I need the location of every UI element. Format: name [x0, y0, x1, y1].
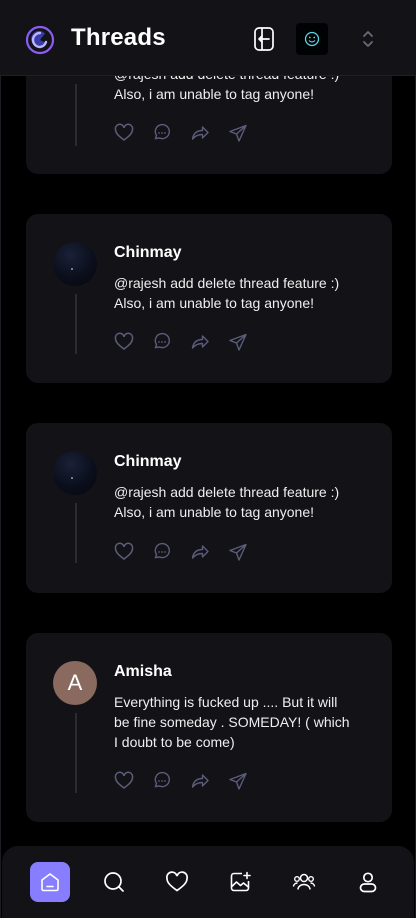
author-name[interactable]: Amisha: [114, 663, 172, 681]
nav-profile[interactable]: [348, 862, 388, 902]
repost-icon: [191, 126, 209, 140]
reply-icon: [154, 542, 170, 559]
repost-button[interactable]: [190, 770, 228, 792]
heart-icon: [166, 871, 188, 892]
reply-icon: [154, 771, 170, 788]
repost-button[interactable]: [190, 541, 228, 563]
repost-button[interactable]: [190, 122, 228, 144]
heart-icon: [114, 771, 134, 789]
bottom-nav: [2, 846, 414, 918]
thread-content: Everything is fucked up .... But it will…: [114, 692, 376, 752]
avatar-letter: A: [67, 670, 83, 695]
reply-icon: [154, 123, 170, 140]
repost-button[interactable]: [190, 331, 228, 353]
smiley-icon: [304, 31, 320, 47]
thread-content: @rajesh add delete thread feature :) Als…: [114, 482, 374, 522]
thread-text-line: Also, i am unable to tag anyone!: [114, 295, 315, 311]
repost-icon: [191, 545, 209, 559]
thread-text-line: Everything is fucked up .... But it will: [114, 694, 338, 710]
nav-communities[interactable]: [284, 862, 324, 902]
thread-actions: [114, 541, 266, 563]
reply-button[interactable]: [152, 770, 190, 792]
reply-button[interactable]: [152, 122, 190, 144]
app-title: Threads: [71, 24, 166, 51]
author-name[interactable]: Chinmay: [114, 244, 182, 262]
thread-connector: [75, 713, 77, 793]
thread-actions: [114, 331, 266, 353]
thread-text-line: @rajesh add delete thread feature :): [114, 484, 340, 500]
share-button[interactable]: [228, 122, 266, 144]
like-button[interactable]: [114, 541, 152, 563]
thread-card[interactable]: Chinmay @rajesh add delete thread featur…: [26, 214, 392, 383]
top-bar: Threads: [0, 0, 416, 76]
nav-activity[interactable]: [157, 862, 197, 902]
thread-actions: [114, 770, 266, 792]
like-button[interactable]: [114, 122, 152, 144]
share-icon: [229, 124, 247, 142]
nav-create-thread[interactable]: [220, 862, 260, 902]
like-button[interactable]: [114, 331, 152, 353]
thread-text-line: I doubt to be come): [114, 734, 235, 750]
share-icon: [229, 772, 247, 790]
thread-connector: [75, 503, 77, 563]
chevron-up-down-icon[interactable]: [359, 28, 377, 50]
thread-text-line: be fine someday . SOMEDAY! ( which: [114, 714, 350, 730]
reply-button[interactable]: [152, 331, 190, 353]
heart-icon: [114, 123, 134, 141]
user-icon: [359, 872, 377, 893]
logout-icon[interactable]: [251, 25, 277, 53]
reply-icon: [154, 332, 170, 349]
home-icon: [41, 873, 59, 892]
image-add-icon: [230, 871, 251, 892]
user-avatar[interactable]: [296, 23, 328, 55]
like-button[interactable]: [114, 770, 152, 792]
heart-icon: [114, 542, 134, 560]
thread-connector: [75, 294, 77, 354]
logo-icon[interactable]: [24, 24, 56, 56]
thread-text-line: Also, i am unable to tag anyone!: [114, 86, 315, 102]
nav-search[interactable]: [94, 862, 134, 902]
thread-text-line: @rajesh add delete thread feature :): [114, 275, 340, 291]
thread-connector: [75, 84, 77, 146]
author-avatar[interactable]: [53, 242, 97, 286]
share-button[interactable]: [228, 331, 266, 353]
share-icon: [229, 333, 247, 351]
share-button[interactable]: [228, 541, 266, 563]
share-icon: [229, 543, 247, 561]
reply-button[interactable]: [152, 541, 190, 563]
heart-icon: [114, 332, 134, 350]
repost-icon: [191, 335, 209, 349]
thread-text-line: Also, i am unable to tag anyone!: [114, 504, 315, 520]
repost-icon: [191, 774, 209, 788]
author-avatar[interactable]: A: [53, 661, 97, 705]
thread-card[interactable]: A Amisha Everything is fucked up .... Bu…: [26, 633, 392, 822]
thread-actions: [114, 122, 266, 144]
search-icon: [104, 872, 124, 892]
thread-card[interactable]: Chinmay @rajesh add delete thread featur…: [26, 423, 392, 593]
author-name[interactable]: Chinmay: [114, 453, 182, 471]
author-avatar[interactable]: [53, 451, 97, 495]
users-icon: [292, 873, 316, 890]
thread-content: @rajesh add delete thread feature :) Als…: [114, 273, 374, 313]
share-button[interactable]: [228, 770, 266, 792]
nav-home[interactable]: [30, 862, 70, 902]
